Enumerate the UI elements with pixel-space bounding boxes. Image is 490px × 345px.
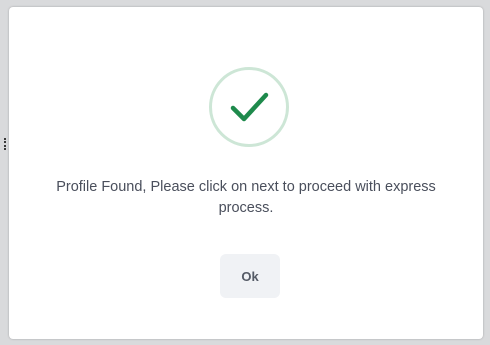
checkmark-icon bbox=[230, 92, 269, 122]
dialog-message: Profile Found, Please click on next to p… bbox=[56, 179, 436, 216]
edge-dotted-marker bbox=[4, 138, 8, 150]
profile-found-dialog: Profile Found, Please click on next to p… bbox=[9, 7, 483, 339]
ok-button[interactable]: Ok bbox=[220, 254, 280, 298]
success-circle bbox=[209, 67, 289, 147]
